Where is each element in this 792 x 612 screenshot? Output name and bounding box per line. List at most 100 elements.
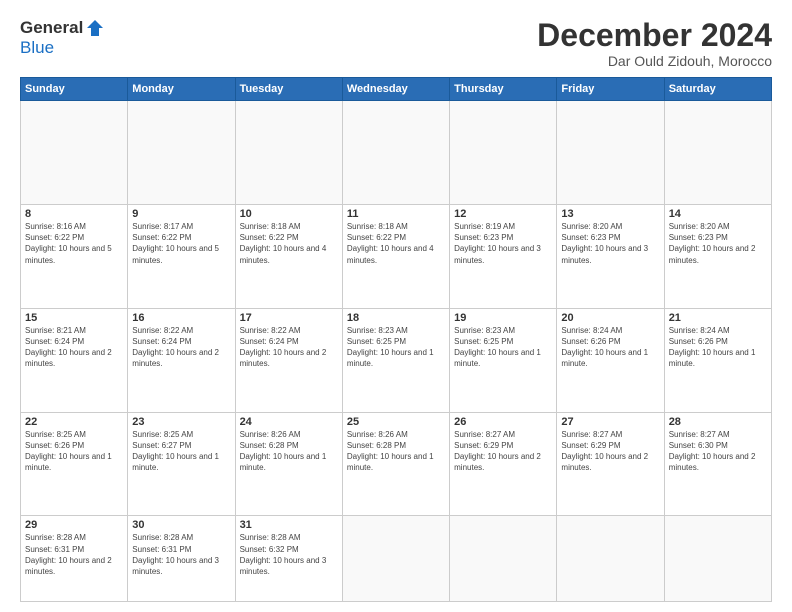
logo-general: General [20,18,83,38]
calendar-header-wednesday: Wednesday [342,78,449,101]
calendar-header-monday: Monday [128,78,235,101]
calendar-cell: 23Sunrise: 8:25 AM Sunset: 6:27 PM Dayli… [128,412,235,516]
day-info: Sunrise: 8:24 AM Sunset: 6:26 PM Dayligh… [561,325,659,370]
day-info: Sunrise: 8:16 AM Sunset: 6:22 PM Dayligh… [25,221,123,266]
day-number: 20 [561,312,659,324]
day-number: 25 [347,416,445,428]
day-info: Sunrise: 8:23 AM Sunset: 6:25 PM Dayligh… [347,325,445,370]
day-number: 18 [347,312,445,324]
calendar-cell [128,101,235,205]
calendar-cell [342,101,449,205]
calendar-cell [557,101,664,205]
day-number: 14 [669,208,767,220]
logo-blue-text: Blue [20,38,54,58]
day-number: 11 [347,208,445,220]
day-info: Sunrise: 8:26 AM Sunset: 6:28 PM Dayligh… [347,429,445,474]
day-info: Sunrise: 8:28 AM Sunset: 6:31 PM Dayligh… [25,532,123,577]
calendar-table: SundayMondayTuesdayWednesdayThursdayFrid… [20,77,772,602]
calendar-cell: 28Sunrise: 8:27 AM Sunset: 6:30 PM Dayli… [664,412,771,516]
day-info: Sunrise: 8:25 AM Sunset: 6:27 PM Dayligh… [132,429,230,474]
calendar-cell [450,516,557,602]
day-info: Sunrise: 8:27 AM Sunset: 6:29 PM Dayligh… [561,429,659,474]
day-number: 15 [25,312,123,324]
calendar-cell [21,101,128,205]
day-info: Sunrise: 8:28 AM Sunset: 6:31 PM Dayligh… [132,532,230,577]
day-number: 8 [25,208,123,220]
calendar-week-row: 29Sunrise: 8:28 AM Sunset: 6:31 PM Dayli… [21,516,772,602]
logo-text: General [20,18,105,38]
day-info: Sunrise: 8:22 AM Sunset: 6:24 PM Dayligh… [132,325,230,370]
day-number: 22 [25,416,123,428]
calendar-cell: 13Sunrise: 8:20 AM Sunset: 6:23 PM Dayli… [557,205,664,309]
day-number: 27 [561,416,659,428]
calendar-cell: 10Sunrise: 8:18 AM Sunset: 6:22 PM Dayli… [235,205,342,309]
day-info: Sunrise: 8:21 AM Sunset: 6:24 PM Dayligh… [25,325,123,370]
calendar-cell [450,101,557,205]
calendar-cell: 16Sunrise: 8:22 AM Sunset: 6:24 PM Dayli… [128,308,235,412]
day-info: Sunrise: 8:18 AM Sunset: 6:22 PM Dayligh… [240,221,338,266]
day-info: Sunrise: 8:28 AM Sunset: 6:32 PM Dayligh… [240,532,338,577]
calendar-cell [557,516,664,602]
day-info: Sunrise: 8:20 AM Sunset: 6:23 PM Dayligh… [669,221,767,266]
day-number: 21 [669,312,767,324]
day-info: Sunrise: 8:19 AM Sunset: 6:23 PM Dayligh… [454,221,552,266]
calendar-cell: 24Sunrise: 8:26 AM Sunset: 6:28 PM Dayli… [235,412,342,516]
calendar-cell: 18Sunrise: 8:23 AM Sunset: 6:25 PM Dayli… [342,308,449,412]
calendar-header-thursday: Thursday [450,78,557,101]
calendar-cell [664,101,771,205]
day-info: Sunrise: 8:27 AM Sunset: 6:29 PM Dayligh… [454,429,552,474]
calendar-cell [664,516,771,602]
calendar-cell: 14Sunrise: 8:20 AM Sunset: 6:23 PM Dayli… [664,205,771,309]
calendar-cell: 29Sunrise: 8:28 AM Sunset: 6:31 PM Dayli… [21,516,128,602]
day-number: 31 [240,519,338,531]
calendar-week-row [21,101,772,205]
calendar-cell: 25Sunrise: 8:26 AM Sunset: 6:28 PM Dayli… [342,412,449,516]
calendar-cell: 26Sunrise: 8:27 AM Sunset: 6:29 PM Dayli… [450,412,557,516]
calendar-week-row: 8Sunrise: 8:16 AM Sunset: 6:22 PM Daylig… [21,205,772,309]
calendar-cell: 20Sunrise: 8:24 AM Sunset: 6:26 PM Dayli… [557,308,664,412]
logo-blue: Blue [20,38,54,57]
calendar-cell: 9Sunrise: 8:17 AM Sunset: 6:22 PM Daylig… [128,205,235,309]
calendar-header-sunday: Sunday [21,78,128,101]
calendar-header-tuesday: Tuesday [235,78,342,101]
day-number: 24 [240,416,338,428]
day-number: 13 [561,208,659,220]
calendar-cell: 19Sunrise: 8:23 AM Sunset: 6:25 PM Dayli… [450,308,557,412]
day-number: 17 [240,312,338,324]
day-info: Sunrise: 8:17 AM Sunset: 6:22 PM Dayligh… [132,221,230,266]
day-number: 30 [132,519,230,531]
day-info: Sunrise: 8:24 AM Sunset: 6:26 PM Dayligh… [669,325,767,370]
calendar-week-row: 22Sunrise: 8:25 AM Sunset: 6:26 PM Dayli… [21,412,772,516]
day-number: 10 [240,208,338,220]
calendar-header-saturday: Saturday [664,78,771,101]
day-info: Sunrise: 8:18 AM Sunset: 6:22 PM Dayligh… [347,221,445,266]
day-number: 16 [132,312,230,324]
calendar-cell: 8Sunrise: 8:16 AM Sunset: 6:22 PM Daylig… [21,205,128,309]
day-info: Sunrise: 8:25 AM Sunset: 6:26 PM Dayligh… [25,429,123,474]
calendar-cell [235,101,342,205]
calendar-cell: 22Sunrise: 8:25 AM Sunset: 6:26 PM Dayli… [21,412,128,516]
calendar-header-row: SundayMondayTuesdayWednesdayThursdayFrid… [21,78,772,101]
day-number: 23 [132,416,230,428]
calendar-cell: 12Sunrise: 8:19 AM Sunset: 6:23 PM Dayli… [450,205,557,309]
calendar-cell: 21Sunrise: 8:24 AM Sunset: 6:26 PM Dayli… [664,308,771,412]
calendar-cell: 11Sunrise: 8:18 AM Sunset: 6:22 PM Dayli… [342,205,449,309]
day-number: 12 [454,208,552,220]
month-title: December 2024 [537,18,772,53]
calendar-cell: 27Sunrise: 8:27 AM Sunset: 6:29 PM Dayli… [557,412,664,516]
day-info: Sunrise: 8:22 AM Sunset: 6:24 PM Dayligh… [240,325,338,370]
calendar-cell: 17Sunrise: 8:22 AM Sunset: 6:24 PM Dayli… [235,308,342,412]
calendar-cell: 30Sunrise: 8:28 AM Sunset: 6:31 PM Dayli… [128,516,235,602]
calendar-cell: 31Sunrise: 8:28 AM Sunset: 6:32 PM Dayli… [235,516,342,602]
header: General Blue December 2024 Dar Ould Zido… [20,18,772,69]
calendar-cell [342,516,449,602]
day-info: Sunrise: 8:26 AM Sunset: 6:28 PM Dayligh… [240,429,338,474]
day-info: Sunrise: 8:23 AM Sunset: 6:25 PM Dayligh… [454,325,552,370]
day-number: 19 [454,312,552,324]
calendar-header-friday: Friday [557,78,664,101]
day-info: Sunrise: 8:27 AM Sunset: 6:30 PM Dayligh… [669,429,767,474]
day-number: 9 [132,208,230,220]
day-info: Sunrise: 8:20 AM Sunset: 6:23 PM Dayligh… [561,221,659,266]
location: Dar Ould Zidouh, Morocco [537,53,772,69]
day-number: 29 [25,519,123,531]
